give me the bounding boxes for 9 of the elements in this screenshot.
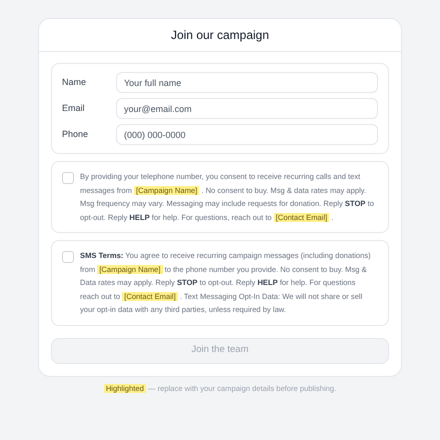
input-field[interactable]: (000) 000-0000: [116, 124, 378, 145]
form-title: Join our campaign: [39, 19, 401, 52]
field-label: Name: [62, 76, 88, 89]
consent-checkbox[interactable]: [62, 172, 74, 184]
input-field[interactable]: your@email.com: [116, 98, 378, 119]
input-field[interactable]: Your full name: [116, 72, 378, 93]
consent-checkbox[interactable]: [62, 251, 74, 263]
field-label: Phone: [62, 128, 90, 141]
field-label: Email: [62, 102, 86, 115]
